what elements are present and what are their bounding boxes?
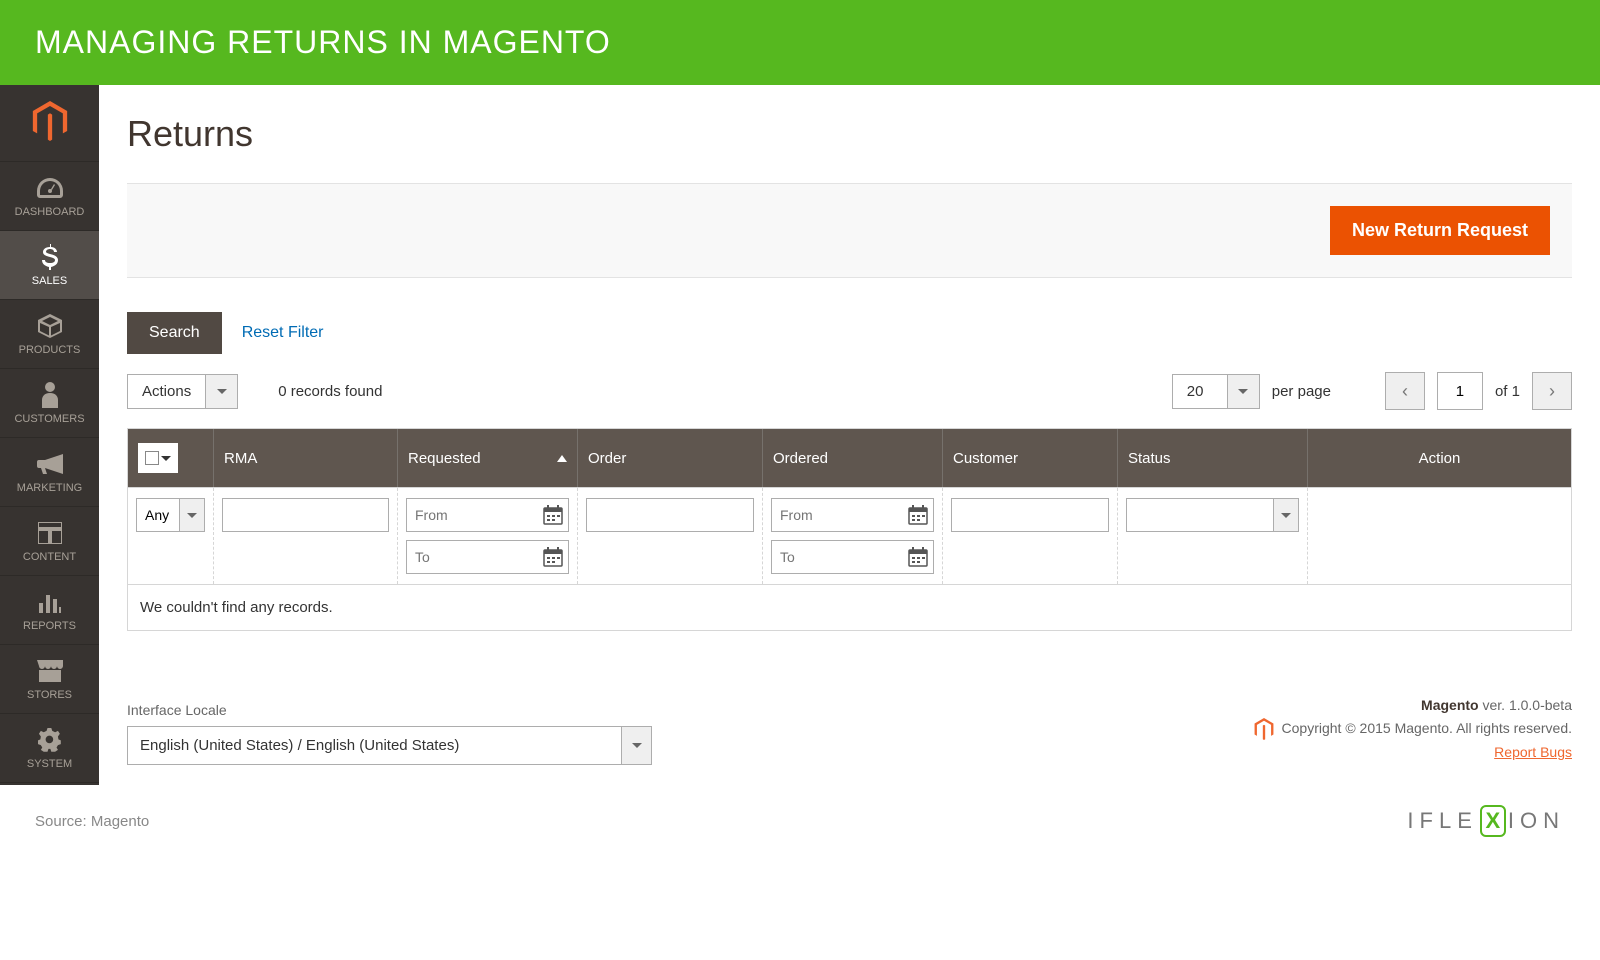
page-total-text: of 1	[1495, 383, 1520, 400]
footer: Interface Locale English (United States)…	[127, 634, 1572, 785]
sidebar-label: CUSTOMERS	[14, 413, 84, 425]
dollar-icon	[36, 243, 64, 271]
search-button[interactable]: Search	[127, 312, 222, 354]
gear-icon	[36, 726, 64, 754]
magento-icon	[1254, 718, 1274, 740]
action-bar: New Return Request	[127, 183, 1572, 278]
chevron-down-icon	[179, 498, 205, 532]
layout-icon	[36, 519, 64, 547]
source-text: Source: Magento	[35, 813, 149, 830]
sidebar-item-reports[interactable]: REPORTS	[0, 576, 99, 645]
main-content: Returns New Return Request Search Reset …	[99, 85, 1600, 785]
actions-dropdown-label: Actions	[127, 374, 206, 409]
person-icon	[36, 381, 64, 409]
report-bugs-link[interactable]: Report Bugs	[1494, 744, 1572, 760]
bars-icon	[36, 588, 64, 616]
page-input[interactable]	[1437, 372, 1483, 410]
col-header-ordered[interactable]: Ordered	[763, 429, 943, 487]
filter-ordered-to[interactable]	[771, 540, 934, 574]
filter-requested-to[interactable]	[406, 540, 569, 574]
chevron-down-icon	[622, 726, 652, 765]
returns-grid: RMA Requested Order Ordered Customer Sta…	[127, 428, 1572, 631]
iflexion-logo: IFLEXION	[1407, 805, 1565, 837]
filter-order-input[interactable]	[586, 498, 754, 532]
col-header-status[interactable]: Status	[1118, 429, 1308, 487]
calendar-icon[interactable]	[908, 547, 928, 567]
sidebar-item-content[interactable]: CONTENT	[0, 507, 99, 576]
page-title: Returns	[127, 113, 1572, 155]
sidebar-label: SYSTEM	[27, 758, 72, 770]
banner-title: MANAGING RETURNS IN MAGENTO	[35, 24, 611, 60]
empty-message: We couldn't find any records.	[128, 584, 1571, 630]
sidebar-item-stores[interactable]: STORES	[0, 645, 99, 714]
sidebar-label: SALES	[32, 275, 67, 287]
filter-ordered-from[interactable]	[771, 498, 934, 532]
sort-asc-icon	[557, 455, 567, 462]
col-header-action: Action	[1308, 429, 1571, 487]
grid-toolbar: Actions 0 records found 20 per page ‹ of…	[127, 372, 1572, 410]
filter-toolbar: Search Reset Filter	[127, 312, 1572, 354]
chevron-down-icon	[1273, 498, 1299, 532]
col-header-order[interactable]: Order	[578, 429, 763, 487]
prev-page-button[interactable]: ‹	[1385, 372, 1425, 410]
filter-status-select[interactable]	[1126, 498, 1299, 532]
megaphone-icon	[36, 450, 64, 478]
col-header-rma[interactable]: RMA	[214, 429, 398, 487]
store-icon	[36, 657, 64, 685]
sidebar-label: MARKETING	[17, 482, 82, 494]
locale-select[interactable]: English (United States) / English (Unite…	[127, 726, 652, 765]
sidebar-label: STORES	[27, 689, 72, 701]
grid-header-row: RMA Requested Order Ordered Customer Sta…	[128, 429, 1571, 487]
sidebar: DASHBOARD SALES PRODUCTS CUSTOMERS MARKE…	[0, 85, 99, 785]
magento-logo[interactable]	[0, 85, 99, 162]
sidebar-item-dashboard[interactable]: DASHBOARD	[0, 162, 99, 231]
sidebar-item-sales[interactable]: SALES	[0, 231, 99, 300]
banner: MANAGING RETURNS IN MAGENTO	[0, 0, 1600, 85]
filter-select-any[interactable]	[136, 498, 205, 532]
col-header-requested[interactable]: Requested	[398, 429, 578, 487]
locale-label: Interface Locale	[127, 702, 652, 718]
filter-requested-from[interactable]	[406, 498, 569, 532]
chevron-down-icon	[1228, 374, 1260, 409]
records-found-text: 0 records found	[278, 383, 382, 400]
filter-customer-input[interactable]	[951, 498, 1109, 532]
calendar-icon[interactable]	[543, 547, 563, 567]
filter-any-input[interactable]	[136, 498, 179, 532]
dashboard-icon	[36, 174, 64, 202]
col-header-customer[interactable]: Customer	[943, 429, 1118, 487]
per-page-label: per page	[1272, 383, 1331, 400]
sidebar-label: DASHBOARD	[15, 206, 85, 218]
calendar-icon[interactable]	[908, 505, 928, 525]
per-page-dropdown[interactable]: 20	[1172, 374, 1260, 409]
locale-value: English (United States) / English (Unite…	[127, 726, 622, 765]
version-text: Magento ver. 1.0.0-beta	[1254, 694, 1572, 718]
per-page-value: 20	[1172, 374, 1228, 409]
chevron-down-icon	[206, 374, 238, 409]
sidebar-label: REPORTS	[23, 620, 76, 632]
calendar-icon[interactable]	[543, 505, 563, 525]
reset-filter-link[interactable]: Reset Filter	[242, 324, 324, 342]
next-page-button[interactable]: ›	[1532, 372, 1572, 410]
sidebar-item-customers[interactable]: CUSTOMERS	[0, 369, 99, 438]
box-icon	[36, 312, 64, 340]
source-bar: Source: Magento IFLEXION	[0, 785, 1600, 857]
col-header-select[interactable]	[128, 429, 214, 487]
new-return-button[interactable]: New Return Request	[1330, 206, 1550, 255]
sidebar-label: PRODUCTS	[19, 344, 81, 356]
sidebar-label: CONTENT	[23, 551, 76, 563]
filter-rma-input[interactable]	[222, 498, 389, 532]
select-all-checkbox[interactable]	[145, 451, 159, 465]
grid-filter-row	[128, 487, 1571, 584]
sidebar-item-system[interactable]: SYSTEM	[0, 714, 99, 783]
actions-dropdown[interactable]: Actions	[127, 374, 238, 409]
copyright-text: Copyright © 2015 Magento. All rights res…	[1254, 717, 1572, 741]
sidebar-item-products[interactable]: PRODUCTS	[0, 300, 99, 369]
sidebar-item-marketing[interactable]: MARKETING	[0, 438, 99, 507]
